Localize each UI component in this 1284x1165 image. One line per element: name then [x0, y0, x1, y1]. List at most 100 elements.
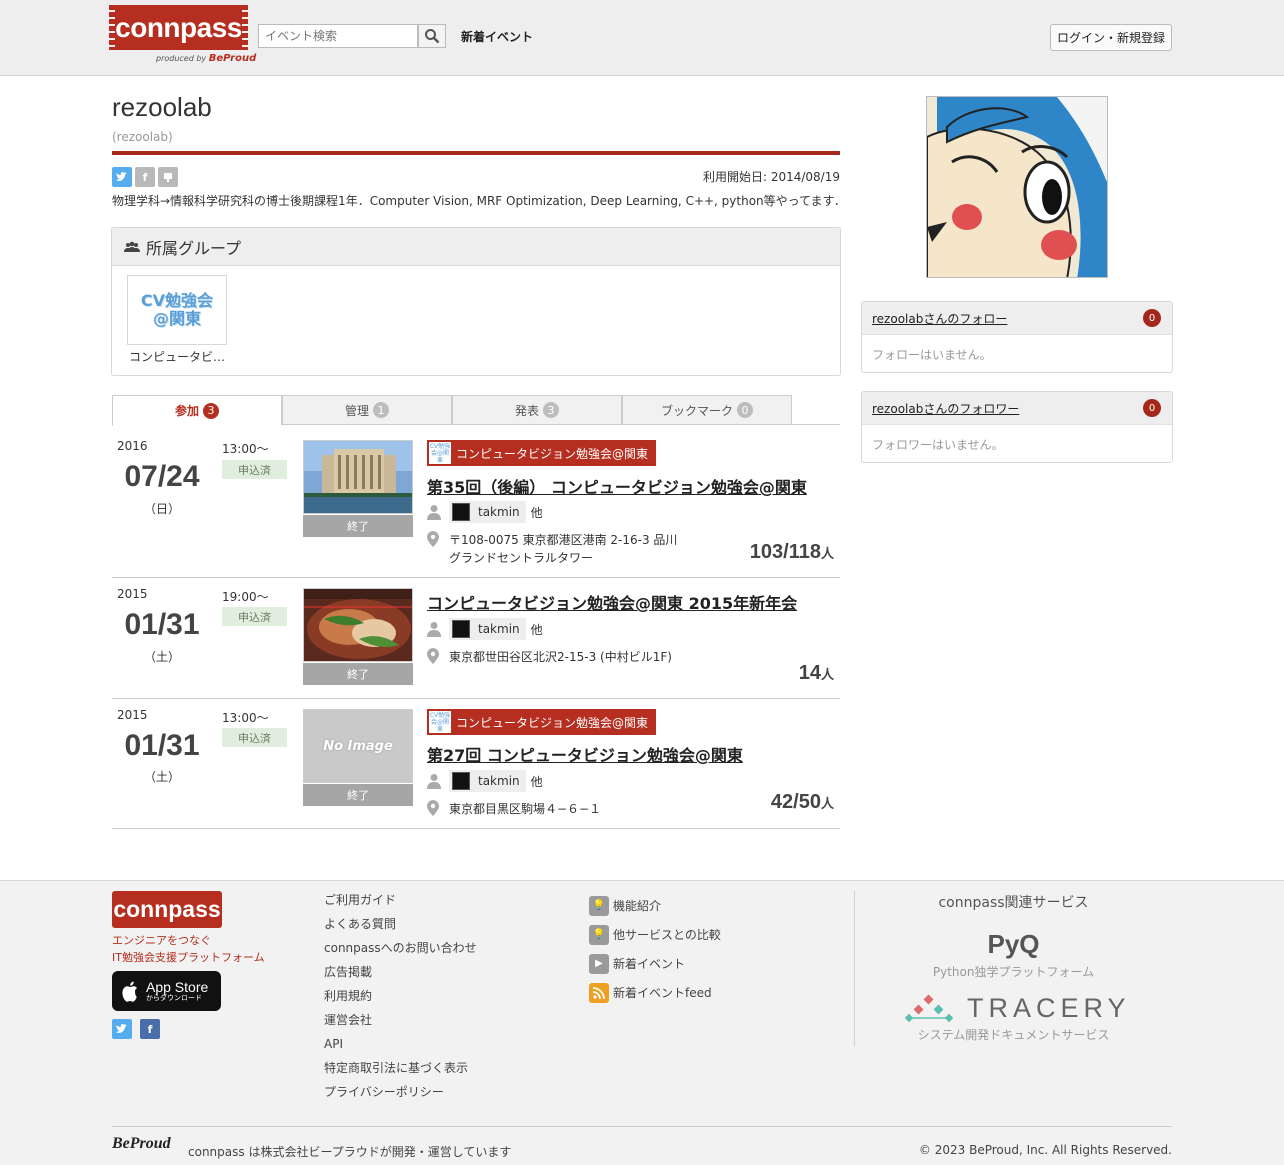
login-button[interactable]: ログイン・新規登録 — [1050, 24, 1172, 51]
followers-panel: rezoolabさんのフォロワー 0 フォロワーはいません。 — [861, 391, 1173, 463]
tab-managing[interactable]: 管理 1 — [282, 395, 452, 425]
map-pin-icon — [427, 531, 439, 547]
following-link[interactable]: rezoolabさんのフォロー — [872, 310, 1007, 327]
tracery-logo[interactable]: TRACERY — [905, 993, 1131, 1024]
avatar — [452, 772, 470, 790]
user-username: (rezoolab) — [112, 130, 173, 144]
footer-credit: connpass は株式会社ビープラウドが開発・運営しています — [188, 1145, 512, 1159]
event-ended-label: 終了 — [303, 515, 413, 537]
footer-link[interactable]: ご利用ガイド — [324, 891, 477, 915]
no-image-text: No Image — [323, 738, 393, 754]
event-owner: takmin 他 — [427, 618, 543, 640]
beproud-logo[interactable]: BeProud — [112, 1135, 171, 1153]
tab-count: 3 — [203, 402, 219, 419]
footer-link[interactable]: 運営会社 — [324, 1011, 477, 1035]
tab-participating[interactable]: 参加 3 — [112, 395, 282, 426]
appstore-small-text: からダウンロード — [146, 993, 202, 1002]
footer-link[interactable]: 広告掲載 — [324, 963, 477, 987]
owner-link[interactable]: takmin — [449, 618, 526, 640]
tagline-line-2: IT勉強会支援プラットフォーム — [112, 951, 265, 964]
count-unit: 人 — [820, 667, 834, 682]
facebook-icon[interactable]: f — [140, 1019, 160, 1039]
tab-label: ブックマーク — [660, 403, 733, 418]
footer-rule — [112, 1126, 1172, 1127]
footer-link[interactable]: 特定商取引法に基づく表示 — [324, 1059, 477, 1083]
tracery-mark-icon — [905, 994, 954, 1022]
profile-social-links: f — [112, 167, 178, 187]
group-name[interactable]: コンピュータビジョン勉強会@関東 — [129, 348, 229, 365]
feature-label: 機能紹介 — [613, 899, 662, 913]
user-bio: 物理学科→情報科学研究科の博士後期課程1年．Computer Vision, M… — [112, 194, 846, 208]
footer-social: f — [112, 1019, 160, 1039]
event-group-name: コンピュータビジョン勉強会@関東 — [456, 715, 649, 730]
event-place: 東京都目黒区駒場４−６−１ — [427, 800, 749, 818]
event-year: 2015 — [117, 587, 148, 601]
groups-panel: 所属グループ CV勉強会 @関東 コンピュータビジョン勉強会@関東 — [111, 227, 841, 376]
pyq-logo[interactable]: PyQ — [855, 929, 1172, 960]
count-value: 14 — [798, 662, 821, 684]
event-ended-label: 終了 — [303, 663, 413, 685]
feature-link[interactable]: 新着イベントfeed — [589, 978, 721, 1007]
footer-link[interactable]: 利用規約 — [324, 987, 477, 1011]
event-date: 01/31 — [124, 608, 200, 641]
followers-link[interactable]: rezoolabさんのフォロワー — [872, 400, 1019, 417]
event-owner: takmin 他 — [427, 770, 543, 792]
event-time: 13:00〜 — [222, 711, 269, 725]
event-group-name: コンピュータビジョン勉強会@関東 — [456, 446, 649, 461]
footer-link[interactable]: プライバシーポリシー — [324, 1083, 477, 1107]
event-title[interactable]: 第35回（後編） コンピュータビジョン勉強会@関東 — [427, 474, 807, 498]
tab-bookmarks[interactable]: ブックマーク 0 — [622, 395, 792, 425]
footer-logo[interactable]: connpass — [112, 891, 222, 928]
pyq-subtitle: Python独学プラットフォーム — [932, 965, 1095, 979]
footer-link[interactable]: connpassへのお問い合わせ — [324, 939, 477, 963]
followers-header: rezoolabさんのフォロワー 0 — [862, 392, 1172, 425]
feature-link[interactable]: 💡 機能紹介 — [589, 891, 721, 920]
person-icon — [427, 774, 441, 789]
count-unit: 人 — [820, 546, 834, 561]
owner-link[interactable]: takmin — [449, 501, 526, 523]
join-date: 利用開始日: 2014/08/19 — [702, 170, 840, 184]
twitter-icon[interactable] — [112, 1019, 132, 1039]
feature-link[interactable]: 💡 他サービスとの比較 — [589, 920, 721, 949]
following-empty-text: フォローはいません。 — [872, 348, 992, 362]
owner-link[interactable]: takmin — [449, 770, 526, 792]
footer-features: 💡 機能紹介 💡 他サービスとの比較 ▶ 新着イベント 新着イベントfeed — [589, 891, 721, 1007]
apple-icon — [122, 981, 137, 1002]
app-store-button[interactable]: App Store からダウンロード — [112, 971, 221, 1011]
lightbulb-icon: 💡 — [589, 924, 609, 945]
map-pin-icon — [427, 648, 439, 664]
nav-new-events[interactable]: 新着イベント — [461, 28, 533, 45]
search-icon — [425, 29, 440, 44]
event-title[interactable]: 第27回 コンピュータビジョン勉強会@関東 — [427, 742, 743, 766]
feature-label: 新着イベント — [613, 957, 686, 971]
event-image[interactable] — [303, 588, 413, 662]
footer-copyright: © 2023 BeProud, Inc. All Rights Reserved… — [918, 1143, 1172, 1157]
tab-presenting[interactable]: 発表 3 — [452, 395, 622, 425]
owner-suffix: 他 — [530, 505, 543, 520]
search-button[interactable] — [418, 24, 446, 48]
event-tabs: 参加 3 管理 1 発表 3 ブックマーク 0 — [112, 395, 840, 426]
facebook-icon[interactable]: f — [135, 167, 155, 187]
twitter-icon[interactable] — [112, 167, 132, 187]
group-icon — [124, 241, 140, 253]
feature-link[interactable]: ▶ 新着イベント — [589, 949, 721, 978]
event-group-tag[interactable]: CV勉強 会@関東 コンピュータビジョン勉強会@関東 — [427, 709, 657, 735]
github-icon[interactable] — [158, 167, 178, 187]
event-item: 2016 07/24 （日） 13:00〜 申込済 終了 CV勉強 会@関東 コン… — [112, 430, 840, 578]
map-pin-icon — [427, 800, 439, 816]
footer-link[interactable]: API — [324, 1035, 477, 1059]
group-thumbnail[interactable]: CV勉強会 @関東 — [127, 275, 227, 345]
feature-label: 他サービスとの比較 — [613, 928, 721, 942]
footer-link[interactable]: よくある質問 — [324, 915, 477, 939]
site-footer: connpass エンジニアをつなぐ IT勉強会支援プラットフォーム App S… — [0, 880, 1284, 1165]
event-group-tag[interactable]: CV勉強 会@関東 コンピュータビジョン勉強会@関東 — [427, 440, 657, 466]
following-panel: rezoolabさんのフォロー 0 フォローはいません。 — [861, 301, 1173, 373]
footer-links: ご利用ガイド よくある質問 connpassへのお問い合わせ 広告掲載 利用規約… — [324, 891, 477, 1107]
owner-name: takmin — [478, 505, 520, 519]
event-image[interactable] — [303, 440, 413, 514]
search-input[interactable] — [258, 24, 418, 48]
connpass-logo[interactable]: connpass produced by BeProud — [109, 5, 256, 69]
event-title[interactable]: コンピュータビジョン勉強会@関東 2015年新年会 — [427, 590, 797, 614]
event-image-placeholder[interactable]: No Image — [303, 709, 413, 783]
participant-count: 103/118人 — [750, 541, 834, 564]
